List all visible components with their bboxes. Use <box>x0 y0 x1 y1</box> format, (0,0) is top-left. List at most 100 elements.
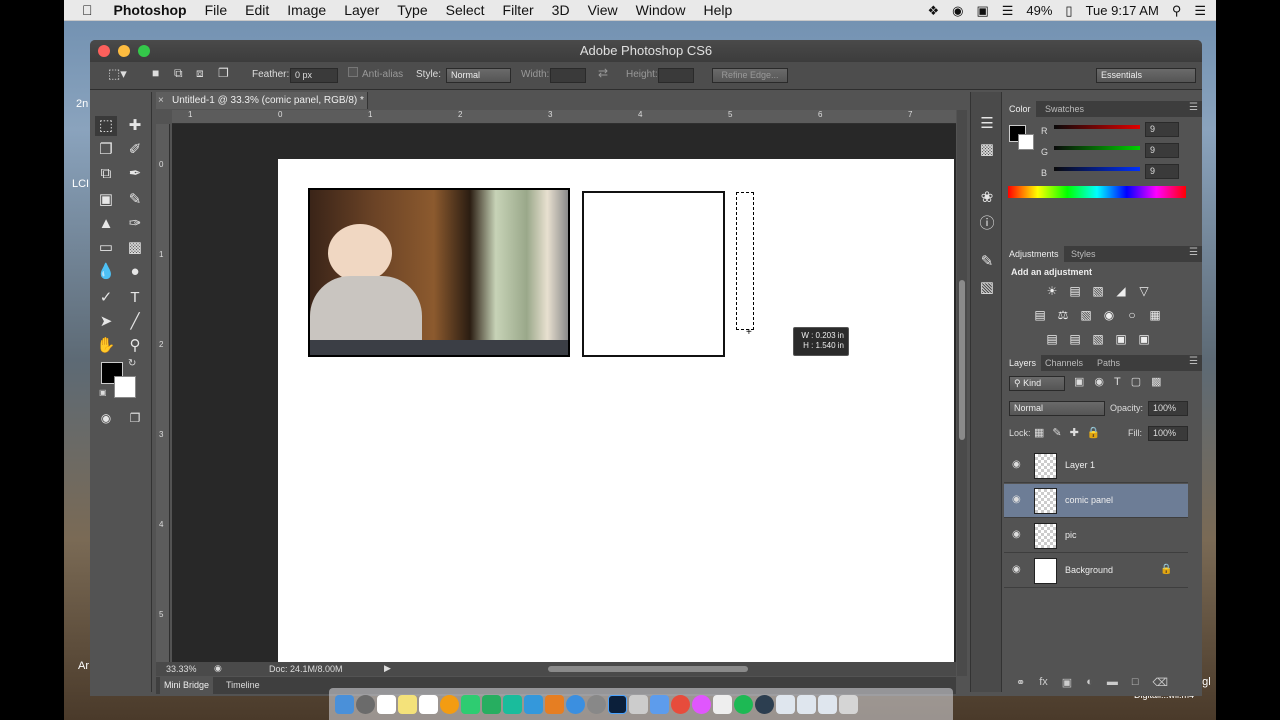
vibrance-icon[interactable]: ▽ <box>1136 284 1152 298</box>
posterize-icon[interactable]: ▤ <box>1067 332 1083 346</box>
dodge-icon[interactable]: ● <box>124 262 146 282</box>
color-lookup-icon[interactable]: ▦ <box>1147 308 1163 322</box>
move-tool-icon[interactable]: ✚ <box>124 116 146 136</box>
gradient-map-icon[interactable]: ▣ <box>1113 332 1129 346</box>
new-layer-icon[interactable]: □ <box>1132 676 1139 688</box>
exposure-icon[interactable]: ◢ <box>1113 284 1129 298</box>
messages-icon[interactable] <box>461 694 480 714</box>
calendar-icon[interactable] <box>377 694 396 714</box>
finder-icon[interactable] <box>335 694 354 714</box>
status-menu-arrow-icon[interactable]: ▶ <box>384 663 391 674</box>
gradient-icon[interactable]: ▩ <box>124 238 146 258</box>
desktop-item-label[interactable]: LCI <box>72 178 89 190</box>
ibooks-icon[interactable] <box>545 694 564 714</box>
background-color-swatch[interactable] <box>114 376 136 398</box>
blend-mode-dropdown[interactable]: Normal <box>1009 401 1105 416</box>
color-bg-swatch[interactable] <box>1018 134 1034 150</box>
horizontal-scroll-thumb[interactable] <box>548 666 748 672</box>
photoshop-dock-icon[interactable] <box>608 694 627 714</box>
color-balance-icon[interactable]: ⚖ <box>1055 308 1071 322</box>
clock[interactable]: Tue 9:17 AM <box>1086 3 1159 18</box>
tab-adjustments[interactable]: Adjustments <box>1004 246 1064 262</box>
visibility-eye-icon[interactable]: ◉ <box>1012 494 1021 505</box>
script-editor-icon[interactable] <box>629 694 648 714</box>
zoom-level[interactable]: 33.33% <box>166 664 197 674</box>
g-input[interactable]: 9 <box>1145 143 1179 158</box>
tab-channels[interactable]: Channels <box>1040 355 1088 371</box>
notes-icon[interactable] <box>398 694 417 714</box>
tab-swatches[interactable]: Swatches <box>1040 101 1089 117</box>
fill-input[interactable]: 100% <box>1148 426 1188 441</box>
r-input[interactable]: 9 <box>1145 122 1179 137</box>
spotify-icon[interactable] <box>734 694 753 714</box>
properties-icon[interactable]: ▩ <box>976 140 998 160</box>
menu-filter[interactable]: Filter <box>494 2 543 18</box>
new-selection-icon[interactable]: ■ <box>152 66 159 80</box>
app-store-icon[interactable] <box>566 694 585 714</box>
notification-center-icon[interactable]: ☰ <box>1194 3 1206 19</box>
facetime-icon[interactable] <box>482 694 501 714</box>
crop-icon[interactable]: ⧉ <box>95 164 117 184</box>
panel-menu-icon[interactable]: ☰ <box>1189 247 1198 258</box>
levels-icon[interactable]: ▤ <box>1067 284 1083 298</box>
quicktime-icon[interactable] <box>755 694 774 714</box>
style-dropdown[interactable]: Normal <box>446 68 511 83</box>
apple-menu-icon[interactable]:  <box>64 2 105 18</box>
menu-file[interactable]: File <box>196 2 237 18</box>
window-titlebar[interactable]: Adobe Photoshop CS6 <box>90 40 1202 62</box>
visibility-eye-icon[interactable]: ◉ <box>1012 459 1021 470</box>
chrome-icon[interactable] <box>671 694 690 714</box>
comic-photo-panel[interactable] <box>308 188 570 357</box>
invert-icon[interactable]: ▤ <box>1044 332 1060 346</box>
menu-type[interactable]: Type <box>388 2 436 18</box>
blur-icon[interactable]: 💧 <box>95 262 117 282</box>
canvas-area[interactable]: + <box>172 124 956 664</box>
selection-marquee[interactable] <box>736 192 754 330</box>
system-prefs-icon[interactable] <box>587 694 606 714</box>
desktop-item-label[interactable]: 2n <box>76 98 88 110</box>
line-tool-icon[interactable]: ╱ <box>124 312 146 332</box>
wifi-icon[interactable]: ☰ <box>1002 3 1014 19</box>
new-adjustment-icon[interactable]: ◐ <box>1086 676 1093 688</box>
curves-icon[interactable]: ▧ <box>1090 284 1106 298</box>
zoom-tool-icon[interactable]: ⚲ <box>124 336 146 356</box>
black-white-icon[interactable]: ▧ <box>1078 308 1094 322</box>
menu-edit[interactable]: Edit <box>236 2 278 18</box>
pen-icon[interactable]: ✓ <box>95 288 117 308</box>
minimize-button[interactable] <box>118 45 130 57</box>
eyedropper-icon[interactable]: ✒ <box>124 164 146 184</box>
layer-kind-filter[interactable]: ⚲ Kind <box>1009 376 1065 391</box>
battery-percent[interactable]: 49% <box>1026 3 1052 18</box>
quick-mask-icon[interactable]: ◉ <box>95 408 117 428</box>
threshold-icon[interactable]: ▧ <box>1090 332 1106 346</box>
character-icon[interactable]: ❀ <box>976 188 998 208</box>
layer-style-icon[interactable]: fx <box>1039 676 1048 688</box>
menu-layer[interactable]: Layer <box>335 2 388 18</box>
layer-row-pic[interactable]: ◉ pic <box>1004 519 1188 553</box>
panel-menu-icon[interactable]: ☰ <box>1189 356 1198 367</box>
record-icon[interactable]: ◉ <box>952 3 963 19</box>
layer-row-background[interactable]: ◉ Background 🔒 <box>1004 554 1188 588</box>
trash-icon[interactable] <box>839 694 858 714</box>
healing-brush-icon[interactable]: ▣ <box>95 190 117 210</box>
visibility-eye-icon[interactable]: ◉ <box>1012 564 1021 575</box>
launchpad-icon[interactable] <box>356 694 375 714</box>
tab-paths[interactable]: Paths <box>1092 355 1125 371</box>
zoom-button[interactable] <box>138 45 150 57</box>
layer-filter-icons[interactable]: ▣◉T▢▩ <box>1074 375 1172 388</box>
status-info-icon[interactable]: ◉ <box>214 663 222 674</box>
folder-icon[interactable] <box>818 694 837 714</box>
subtract-selection-icon[interactable]: ⧈ <box>196 66 204 81</box>
layer-row-layer-1[interactable]: ◉ Layer 1 <box>1004 449 1188 483</box>
lock-icons[interactable]: ▦✎✚🔒 <box>1034 426 1109 439</box>
height-input[interactable] <box>658 68 694 83</box>
adjustment-brush-icon[interactable]: ▧ <box>976 278 998 298</box>
comic-panel-frame[interactable] <box>582 191 725 357</box>
close-tab-icon[interactable]: × <box>158 92 164 109</box>
documents-folder-icon[interactable] <box>797 694 816 714</box>
brush-icon[interactable]: ✎ <box>124 190 146 210</box>
dropbox-icon[interactable]: ❖ <box>927 3 939 19</box>
b-slider[interactable] <box>1054 167 1140 171</box>
default-colors-icon[interactable]: ▣ <box>99 388 107 397</box>
delete-layer-icon[interactable]: ⌫ <box>1153 676 1169 689</box>
